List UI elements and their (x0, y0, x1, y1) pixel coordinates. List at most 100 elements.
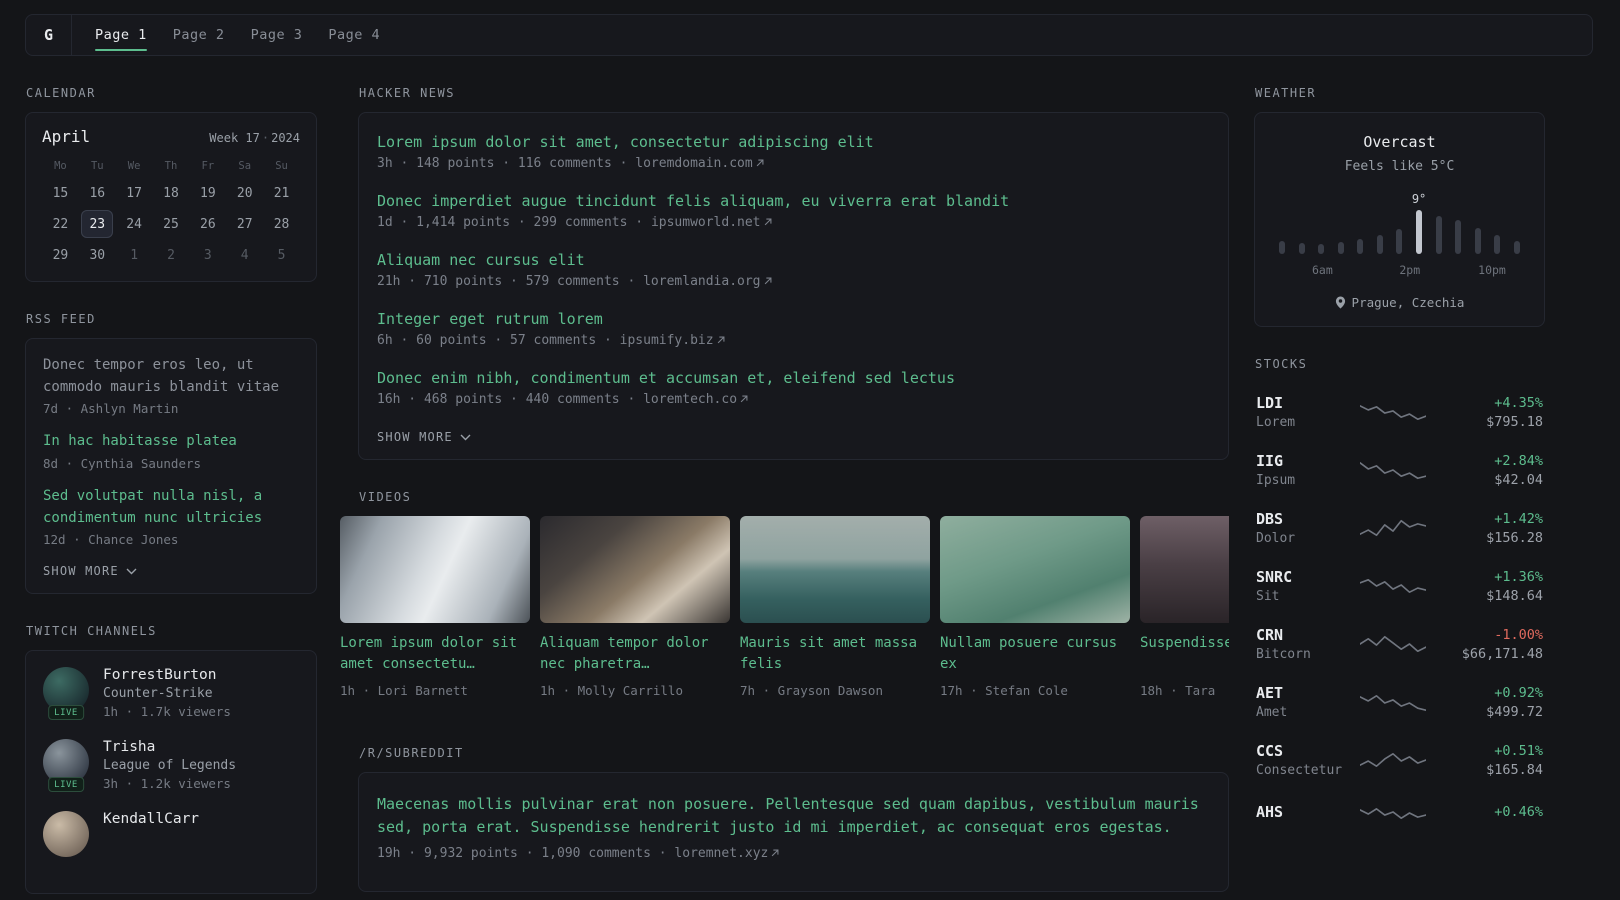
page-tabs: Page 1 Page 2 Page 3 Page 4 (82, 15, 393, 55)
video-card[interactable]: Mauris sit amet massa felis 7h · Grayson… (740, 516, 930, 698)
stock-change: +1.42% (1494, 510, 1543, 527)
twitch-channel[interactable]: LIVE ForrestBurton Counter-Strike 1h · 1… (43, 667, 299, 721)
video-card[interactable]: Aliquam tempor dolor nec pharetra… 1h · … (540, 516, 730, 698)
external-link-icon (756, 159, 764, 167)
stock-price: $148.64 (1486, 587, 1543, 604)
hn-domain-link[interactable]: loremtech.co (643, 392, 749, 407)
video-scroller[interactable]: Lorem ipsum dolor sit amet consectetu… 1… (340, 516, 1229, 698)
weather-bar (1376, 235, 1383, 254)
calendar-day: 20 (236, 185, 253, 201)
calendar-year: 2024 (271, 131, 300, 145)
tab-page-3[interactable]: Page 3 (238, 15, 316, 55)
weather-widget: Overcast Feels like 5°C 9° 6am 2pm 10pm … (1254, 112, 1545, 327)
hn-domain-link[interactable]: ipsumworld.net (651, 215, 773, 230)
hn-item-link[interactable]: Donec imperdiet augue tincidunt felis al… (377, 192, 1210, 210)
video-card[interactable]: Suspendisse diam 18h · Tara (1140, 516, 1229, 698)
subreddit-widget: Maecenas mollis pulvinar erat non posuer… (358, 772, 1229, 892)
tab-page-1[interactable]: Page 1 (82, 15, 160, 55)
hn-item: Lorem ipsum dolor sit amet, consectetur … (377, 133, 1210, 171)
video-meta: 18h · Tara (1140, 683, 1216, 698)
rss-show-more-label: SHOW MORE (43, 564, 119, 579)
twitch-channel-name: ForrestBurton (103, 667, 217, 684)
hn-item-link[interactable]: Lorem ipsum dolor sit amet, consectetur … (377, 133, 1210, 151)
calendar-day: 17 (126, 185, 142, 201)
calendar-month: April (42, 127, 91, 146)
calendar-widget: April Week 17 · 2024 Mo Tu We Th Fr Sa Su 15 16 17 1… (25, 112, 317, 282)
stock-row: CRN Bitcorn -1.00% $66,171.48 (1254, 615, 1545, 673)
stock-change: +0.51% (1494, 742, 1543, 759)
video-title: Mauris sit amet massa felis (740, 635, 918, 672)
stock-price: $156.28 (1486, 529, 1543, 546)
live-badge: LIVE (48, 777, 84, 793)
dashboard-columns: CALENDAR April Week 17 · 2024 Mo Tu We Th Fr Sa… (25, 86, 1620, 895)
hn-item-stats: 6h · 60 points · 57 comments · (377, 333, 620, 348)
subreddit-post-link[interactable]: Maecenas mollis pulvinar erat non posuer… (377, 793, 1210, 840)
stock-ticker: AET (1256, 684, 1284, 702)
rss-item-link[interactable]: In hac habitasse platea (43, 431, 299, 453)
hn-item: Donec enim nibh, condimentum et accumsan… (377, 369, 1210, 407)
twitch-channel-meta: 1h · 1.7k viewers (103, 704, 231, 720)
hn-domain-label: loremtech.co (643, 392, 738, 407)
hn-item-meta: 3h · 148 points · 116 comments · loremdo… (377, 156, 1210, 171)
calendar-day: 2 (167, 247, 175, 263)
hn-show-more-button[interactable]: SHOW MORE (377, 430, 471, 444)
calendar-day: 3 (203, 247, 212, 263)
rss-item-link[interactable]: Donec tempor eros leo, ut commodo mauris… (43, 355, 299, 398)
hn-domain-link[interactable]: ipsumify.biz (620, 333, 726, 348)
hn-domain-label: ipsumify.biz (619, 333, 714, 348)
weather-bar (1435, 216, 1442, 254)
stock-sparkline (1360, 519, 1426, 537)
video-card[interactable]: Lorem ipsum dolor sit amet consectetu… 1… (340, 516, 530, 698)
subreddit-section: /R/SUBREDDIT Maecenas mollis pulvinar er… (358, 746, 1229, 892)
hn-domain-link[interactable]: loremlandia.org (643, 274, 772, 289)
video-meta: 7h · Grayson Dawson (740, 683, 883, 698)
calendar-day-selected: 23 (81, 210, 114, 238)
stock-sparkline (1360, 635, 1426, 653)
section-title-calendar: CALENDAR (26, 86, 96, 100)
twitch-channel[interactable]: KendallCarr (43, 811, 299, 858)
stock-change: +2.84% (1494, 452, 1543, 469)
rss-item-link[interactable]: Sed volutpat nulla nisl, a condimentum n… (43, 486, 299, 529)
hn-domain-link[interactable]: loremdomain.com (635, 156, 764, 171)
stock-row: CCS Consectetur +0.51% $165.84 (1254, 731, 1545, 789)
twitch-channel-name: Trisha (103, 739, 156, 756)
twitch-channel[interactable]: LIVE Trisha League of Legends 3h · 1.2k … (43, 739, 299, 793)
weather-chart: 9° 6am 2pm 10pm (1271, 192, 1528, 279)
stock-change: +4.35% (1494, 394, 1543, 411)
tab-page-4[interactable]: Page 4 (315, 15, 393, 55)
video-title: Aliquam tempor dolor nec pharetra… (540, 635, 709, 672)
calendar-day: 24 (126, 216, 142, 232)
hn-item-link[interactable]: Donec enim nibh, condimentum et accumsan… (377, 369, 1210, 387)
stock-price: $165.84 (1486, 761, 1543, 778)
hn-item-stats: 16h · 468 points · 440 comments · (377, 392, 644, 407)
calendar-day-header: Su (275, 160, 288, 172)
location-pin-icon (1335, 296, 1345, 309)
tab-page-2[interactable]: Page 2 (160, 15, 238, 55)
stock-ticker: CCS (1256, 742, 1284, 760)
stock-sparkline (1360, 404, 1426, 421)
twitch-channel-info: Trisha League of Legends 3h · 1.2k viewe… (103, 739, 236, 791)
video-thumbnail (940, 516, 1130, 623)
video-card[interactable]: Nullam posuere cursus ex 17h · Stefan Co… (940, 516, 1130, 698)
avatar (43, 811, 89, 858)
calendar-grid: Mo Tu We Th Fr Sa Su 15 16 17 18 19 20 21 22 23 24 25 26 27… (42, 154, 300, 269)
hn-item-link[interactable]: Integer eget rutrum lorem (377, 310, 1210, 328)
twitch-channel-info: ForrestBurton Counter-Strike 1h · 1.7k v… (103, 667, 231, 719)
stock-name: Sit (1256, 589, 1280, 604)
calendar-day: 15 (52, 185, 69, 201)
hn-show-more-label: SHOW MORE (377, 430, 453, 444)
videos-section: VIDEOS Lorem ipsum dolor sit amet consec… (340, 490, 1229, 698)
hn-item: Aliquam nec cursus elit 21h · 710 points… (377, 251, 1210, 289)
subreddit-domain-link[interactable]: loremnet.xyz (674, 846, 780, 861)
hn-item-stats: 1d · 1,414 points · 299 comments · (377, 215, 651, 230)
rss-show-more-button[interactable]: SHOW MORE (43, 564, 137, 578)
external-link-icon (772, 849, 779, 856)
hn-item-link[interactable]: Aliquam nec cursus elit (377, 251, 1210, 269)
calendar-day-header: Sa (238, 160, 252, 172)
chevron-down-icon (126, 568, 137, 575)
app-logo[interactable]: G (26, 15, 72, 55)
rss-item-meta: 8d · Cynthia Saunders (43, 456, 202, 472)
twitch-channel-info: KendallCarr (103, 811, 199, 857)
twitch-channel-category: League of Legends (103, 758, 237, 774)
twitch-channel-name: KendallCarr (103, 811, 200, 828)
